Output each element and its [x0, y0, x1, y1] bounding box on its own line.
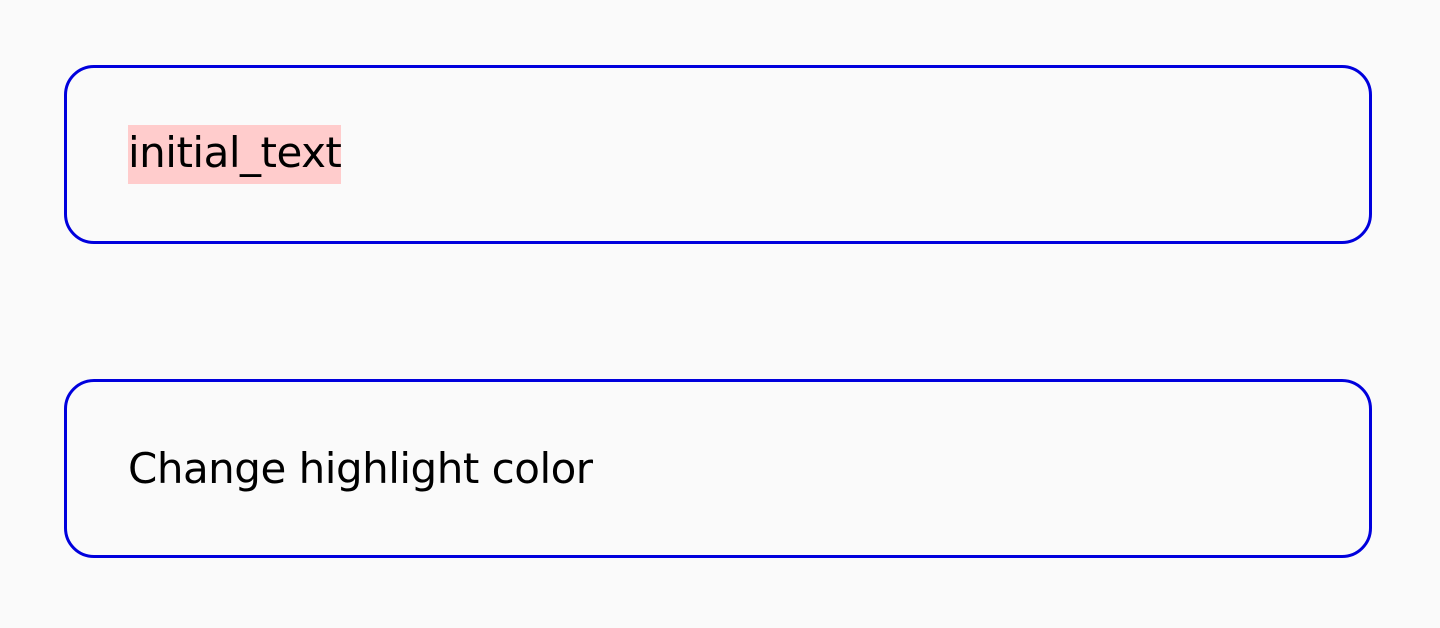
highlighted-text-container: initial_text [64, 65, 1372, 244]
change-highlight-color-label: Change highlight color [128, 444, 593, 493]
change-highlight-color-button[interactable]: Change highlight color [64, 379, 1372, 558]
highlighted-text[interactable]: initial_text [128, 125, 342, 184]
